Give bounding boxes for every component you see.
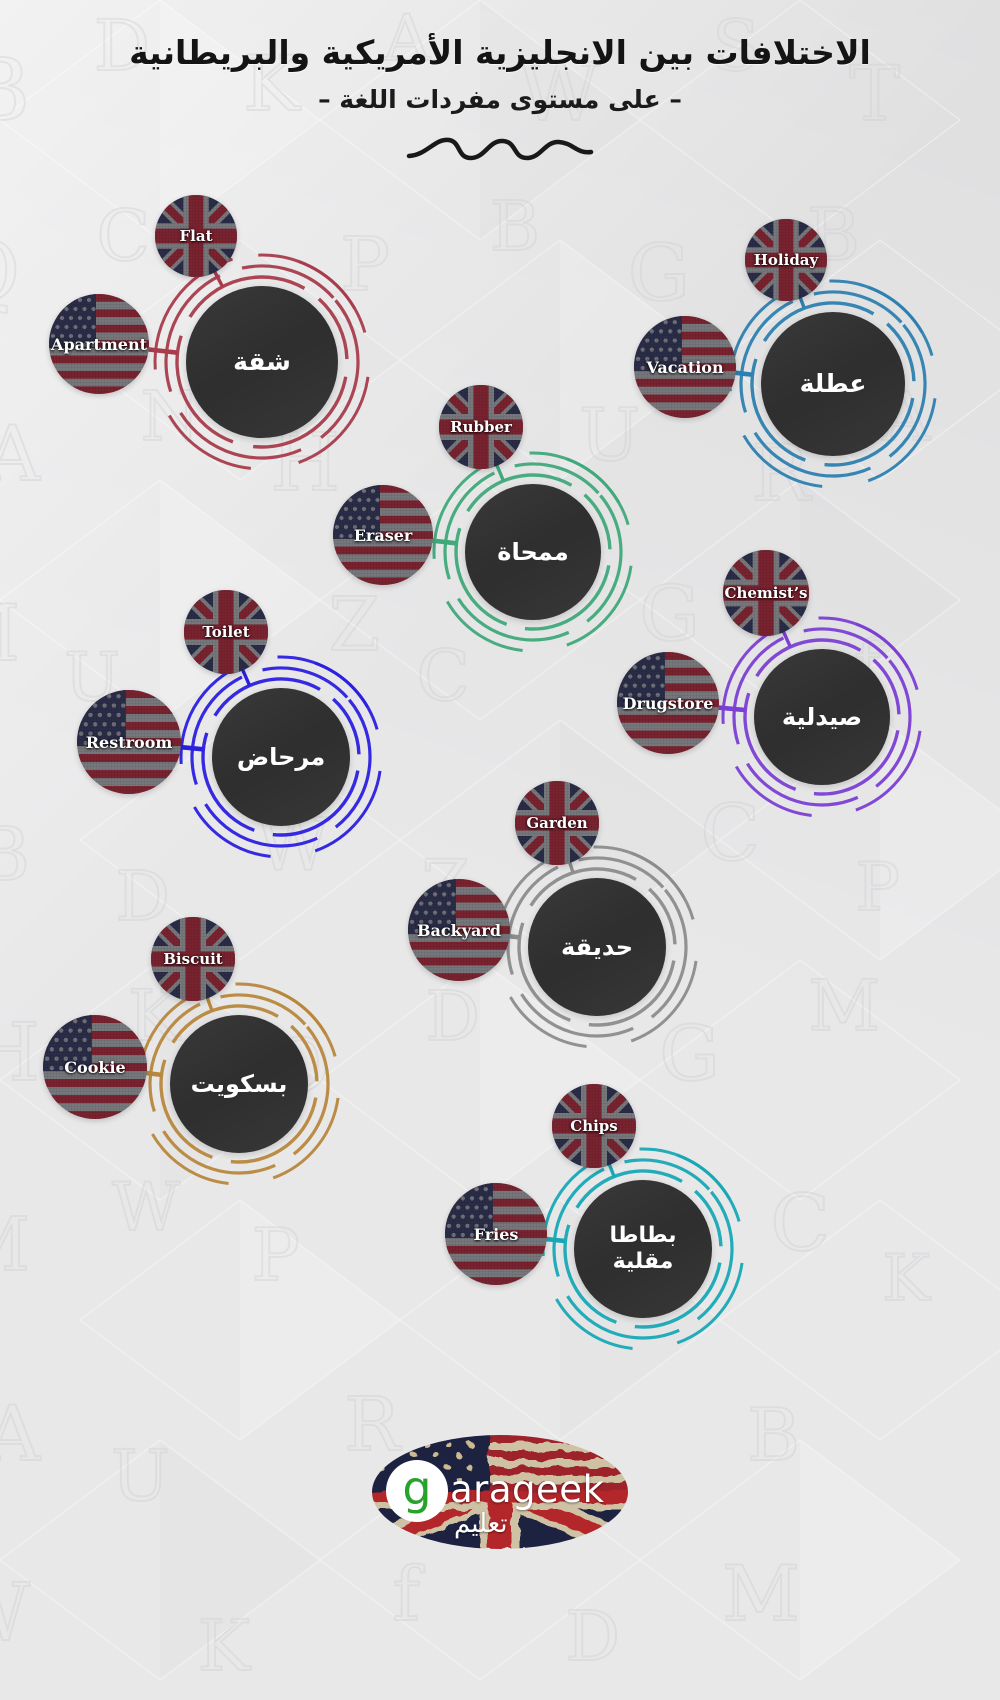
logo-letter: g	[402, 1461, 432, 1515]
uk-term-pharmacy[interactable]: Chemist’s	[723, 550, 809, 636]
center-word-restroom[interactable]: مرحاض	[212, 688, 350, 826]
center-word-label: حديقة	[561, 932, 633, 961]
brand-logo[interactable]: g arageek تعليم	[350, 1416, 650, 1566]
center-word-fries[interactable]: بطاطا مقلية	[574, 1180, 712, 1318]
us-term-apartment[interactable]: Apartment	[49, 294, 149, 394]
squiggle-divider-icon	[406, 137, 594, 161]
uk-term-label: Flat	[179, 227, 213, 245]
center-word-label: مرحاض	[236, 742, 326, 771]
us-term-label: Drugstore	[622, 693, 714, 713]
center-word-apartment[interactable]: شقة	[186, 286, 338, 438]
center-word-label: صيدلية	[781, 702, 863, 731]
center-word-biscuit[interactable]: بسكويت	[170, 1015, 308, 1153]
svg-text:K: K	[198, 1605, 252, 1687]
uk-term-label: Biscuit	[163, 950, 223, 968]
connector-lines	[544, 1162, 616, 1244]
uk-term-apartment[interactable]: Flat	[155, 195, 237, 277]
uk-term-label: Toilet	[202, 623, 250, 641]
uk-term-fries[interactable]: Chips	[552, 1084, 636, 1168]
uk-term-restroom[interactable]: Toilet	[184, 590, 268, 674]
us-term-label: Fries	[473, 1224, 519, 1244]
uk-term-label: Chemist’s	[724, 584, 808, 602]
center-word-pharmacy[interactable]: صيدلية	[754, 649, 890, 785]
us-term-label: Cookie	[64, 1057, 126, 1077]
uk-term-label: Garden	[526, 814, 588, 832]
uk-term-label: Chips	[570, 1117, 618, 1135]
us-term-biscuit[interactable]: Cookie	[43, 1015, 147, 1119]
page-subtitle: – على مستوى مفردات اللغة –	[318, 85, 682, 115]
us-term-label: Backyard	[417, 920, 501, 940]
us-term-pharmacy[interactable]: Drugstore	[617, 652, 719, 754]
brand-tagline: تعليم	[454, 1509, 508, 1539]
header: الاختلافات بين الانجليزية الأمريكية والب…	[0, 0, 1000, 166]
svg-text:W: W	[0, 1566, 30, 1659]
center-word-label: بسكويت	[190, 1069, 288, 1098]
us-term-garden[interactable]: Backyard	[408, 879, 510, 981]
brand-name: arageek	[450, 1468, 605, 1511]
svg-text:U: U	[111, 1435, 170, 1517]
us-term-label: Eraser	[353, 525, 413, 545]
us-term-fries[interactable]: Fries	[445, 1183, 547, 1285]
arageek-g-logo-icon: g	[386, 1460, 448, 1522]
svg-text:M: M	[722, 1549, 800, 1638]
us-term-label: Apartment	[51, 334, 147, 354]
us-term-restroom[interactable]: Restroom	[77, 690, 181, 794]
uk-term-label: Holiday	[753, 251, 819, 269]
uk-term-garden[interactable]: Garden	[515, 781, 599, 865]
us-term-eraser[interactable]: Eraser	[333, 485, 433, 585]
center-word-label: عطلة	[799, 369, 867, 399]
center-word-eraser[interactable]: ممحاة	[465, 484, 601, 620]
uk-term-biscuit[interactable]: Biscuit	[151, 917, 235, 1001]
center-word-label: بطاطا مقلية	[609, 1223, 677, 1274]
us-term-label: Vacation	[646, 357, 724, 377]
infographic-canvas: B D K A W S T Q C P B G B A N H U R A M …	[0, 0, 1000, 1700]
uk-term-eraser[interactable]: Rubber	[439, 385, 523, 469]
svg-text:D: D	[565, 1598, 620, 1677]
center-word-label: شقة	[233, 347, 291, 377]
us-term-label: Restroom	[85, 732, 173, 752]
center-word-label: ممحاة	[497, 537, 569, 566]
center-word-vacation[interactable]: عطلة	[761, 312, 905, 456]
uk-term-label: Rubber	[450, 418, 512, 436]
page-title: الاختلافات بين الانجليزية الأمريكية والب…	[129, 33, 871, 72]
center-word-garden[interactable]: حديقة	[528, 878, 666, 1016]
uk-term-vacation[interactable]: Holiday	[745, 219, 827, 301]
svg-text:A: A	[0, 1389, 41, 1478]
svg-text:K: K	[882, 1242, 931, 1316]
us-term-vacation[interactable]: Vacation	[634, 316, 736, 418]
